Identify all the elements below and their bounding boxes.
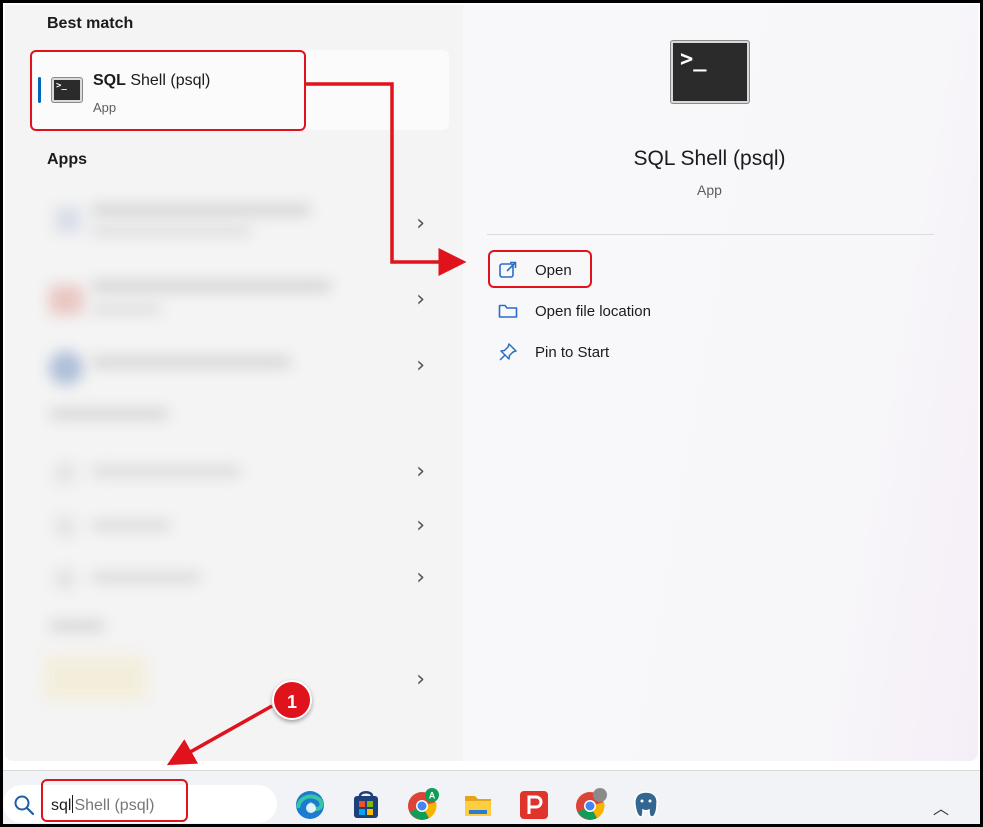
chevron-right-icon[interactable]: › [416, 287, 425, 312]
file-explorer-icon[interactable] [461, 788, 495, 822]
open-file-location-action[interactable]: Open file location [497, 297, 651, 325]
folder-icon [498, 304, 518, 318]
chevron-right-icon[interactable]: › [416, 211, 425, 236]
detail-app-name: SQL Shell (psql) [633, 147, 786, 170]
divider [487, 234, 934, 235]
chevron-right-icon[interactable]: › [416, 513, 425, 538]
app-result-5[interactable]: › [41, 499, 449, 559]
store-icon[interactable] [349, 788, 383, 822]
app-icon[interactable] [517, 788, 551, 822]
step-badge: 1 [272, 680, 312, 720]
app-result-7[interactable]: › [41, 655, 449, 715]
chrome-icon[interactable]: A [405, 788, 439, 822]
pin-to-start-label: Pin to Start [535, 343, 610, 361]
highlight-open [488, 250, 592, 288]
postgresql-icon[interactable] [629, 788, 663, 822]
detail-pane: >_ SQL Shell (psql) App Open Open file l… [463, 5, 978, 761]
best-match-heading: Best match [47, 15, 134, 32]
chevron-right-icon[interactable]: › [416, 667, 425, 692]
search-icon [14, 795, 35, 816]
app-result-6[interactable]: › [41, 551, 449, 611]
app-result-1[interactable]: › [41, 193, 449, 253]
app-result-4[interactable]: › [41, 445, 449, 505]
chevron-right-icon[interactable]: › [416, 459, 425, 484]
open-file-location-label: Open file location [535, 302, 651, 320]
chevron-right-icon[interactable]: › [416, 565, 425, 590]
highlight-search-box [41, 779, 188, 822]
detail-app-type: App [697, 182, 722, 198]
svg-text:A: A [429, 791, 436, 801]
chevron-up-icon[interactable]: ︿ [933, 795, 949, 819]
chrome-icon[interactable] [573, 788, 607, 822]
app-result-3[interactable]: › [41, 335, 449, 395]
app-result-2[interactable]: › [41, 267, 449, 327]
terminal-icon: >_ [671, 41, 749, 103]
pin-to-start-action[interactable]: Pin to Start [497, 338, 609, 366]
chevron-right-icon[interactable]: › [416, 353, 425, 378]
highlight-best-match [30, 50, 306, 131]
apps-heading: Apps [47, 151, 87, 168]
edge-icon[interactable] [293, 788, 327, 822]
pin-icon [499, 343, 517, 361]
